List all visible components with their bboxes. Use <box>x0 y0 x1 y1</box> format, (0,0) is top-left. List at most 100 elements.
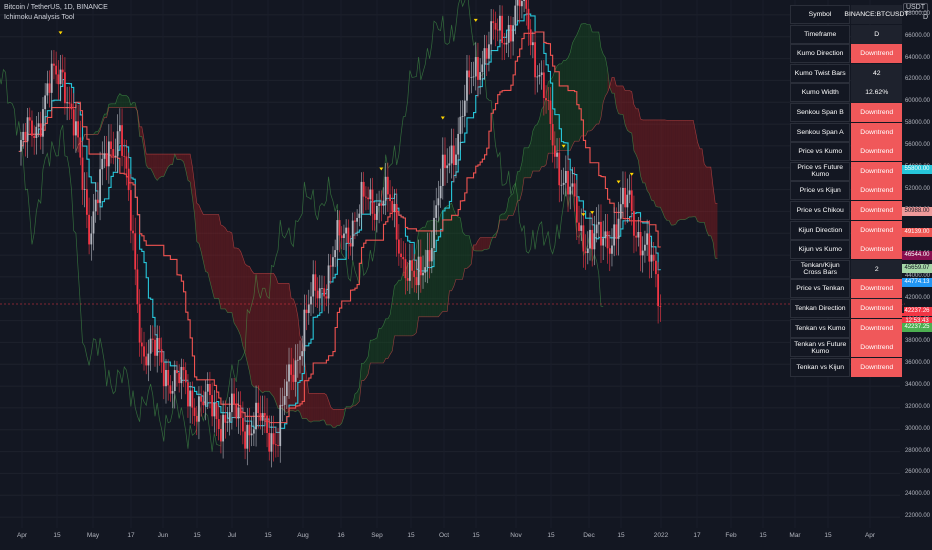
candle-body <box>235 403 238 419</box>
candle-body <box>512 25 515 42</box>
cloud-segment <box>337 409 340 426</box>
candle-body <box>415 277 418 286</box>
cloud-segment <box>229 231 232 313</box>
cloud-segment <box>271 273 274 397</box>
candle-body <box>516 0 519 6</box>
candle-body <box>94 199 97 212</box>
candle-body <box>571 183 574 187</box>
cloud-segment <box>699 148 703 223</box>
candle-body <box>272 433 275 445</box>
candle-body <box>277 445 279 447</box>
cloud-segment <box>383 318 386 364</box>
table-value-cell: Downtrend <box>851 200 902 220</box>
cloud-segment <box>249 266 252 385</box>
candle-body <box>325 296 328 299</box>
candle-body <box>211 395 214 417</box>
price-label: 44774.13 <box>902 278 932 287</box>
cloud-segment <box>680 120 683 220</box>
candle-body <box>22 131 25 141</box>
candle-body <box>417 256 420 286</box>
cloud-segment <box>122 95 125 108</box>
symbol-title[interactable]: Bitcoin / TetherUS, 1D, BINANCE <box>4 3 108 13</box>
candle-body <box>538 75 541 77</box>
cloud-segment <box>633 104 637 155</box>
candle-body <box>123 155 126 157</box>
candle-body <box>435 205 438 218</box>
table-label-cell: Timeframe <box>790 24 851 44</box>
candle-body <box>375 205 378 220</box>
cloud-segment <box>223 225 226 309</box>
candle-body <box>371 189 374 214</box>
candle-body <box>452 145 455 166</box>
candle-body <box>259 413 262 421</box>
candle-body <box>496 29 499 31</box>
candle-body <box>334 250 337 258</box>
candle-body <box>426 250 429 268</box>
cloud-segment <box>157 154 160 181</box>
candle-body <box>257 402 260 414</box>
cloud-segment <box>155 154 158 181</box>
cloud-segment <box>543 96 547 167</box>
table-label-cell: Price vs Future Kumo <box>790 161 851 181</box>
candle-body <box>283 396 286 405</box>
candle-body <box>156 337 159 356</box>
candle-body <box>48 83 51 93</box>
cloud-segment <box>611 77 615 94</box>
cloud-segment <box>482 237 485 251</box>
candle-body <box>597 221 600 225</box>
candle-body <box>586 248 589 254</box>
cloud-segment <box>594 31 597 127</box>
table-value-cell: Downtrend <box>851 220 902 240</box>
table-label-cell: Tenkan vs Kijun <box>790 357 851 377</box>
candle-body <box>606 231 609 249</box>
candle-body <box>472 76 475 78</box>
candle-body <box>59 69 62 85</box>
candle-body <box>244 431 246 449</box>
candle-body <box>644 244 646 251</box>
time-tick: 16 <box>337 532 345 539</box>
candle-body <box>64 72 66 104</box>
candle-body <box>255 402 257 430</box>
table-label-cell: Senkou Span B <box>790 102 851 122</box>
candle-body <box>68 102 71 104</box>
cloud-segment <box>695 131 698 222</box>
time-tick: Nov <box>510 532 522 539</box>
candle-body <box>455 154 457 166</box>
candle-body <box>365 196 367 198</box>
time-tick: Apr <box>16 532 28 539</box>
table-value-cell: 42 <box>851 63 902 83</box>
candle-body <box>461 116 464 117</box>
cloud-segment <box>565 57 569 151</box>
cloud-segment <box>460 218 463 280</box>
candle-body <box>222 414 225 442</box>
cloud-segment <box>666 120 670 221</box>
candle-body <box>397 239 400 254</box>
candle-body <box>499 15 501 31</box>
candle-body <box>602 238 605 246</box>
cloud-segment <box>684 120 687 220</box>
cloud-segment <box>693 120 696 217</box>
candle-body <box>263 413 266 416</box>
indicator-title[interactable]: Ichimoku Analysis Tool <box>4 13 108 23</box>
candle-body <box>105 153 108 167</box>
candle-body <box>57 74 60 85</box>
candle-body <box>169 385 172 394</box>
candle-body <box>593 233 596 250</box>
candle-body <box>154 339 156 356</box>
candle-body <box>132 230 134 234</box>
cloud-segment <box>280 283 283 409</box>
cloud-segment <box>627 90 630 133</box>
candle-body <box>558 152 561 186</box>
candle-body <box>444 154 446 169</box>
candle-body <box>85 189 88 215</box>
price-tick: 64000.00 <box>904 54 930 61</box>
cloud-segment <box>524 147 527 178</box>
candle-body <box>655 260 657 275</box>
candle-body <box>384 176 387 201</box>
table-value-cell: Downtrend <box>851 142 902 162</box>
table-label-cell: Tenkan Direction <box>790 298 851 318</box>
cloud-segment <box>655 119 659 208</box>
candle-body <box>182 366 185 371</box>
candle-body <box>90 233 93 245</box>
candle-body <box>252 429 255 434</box>
